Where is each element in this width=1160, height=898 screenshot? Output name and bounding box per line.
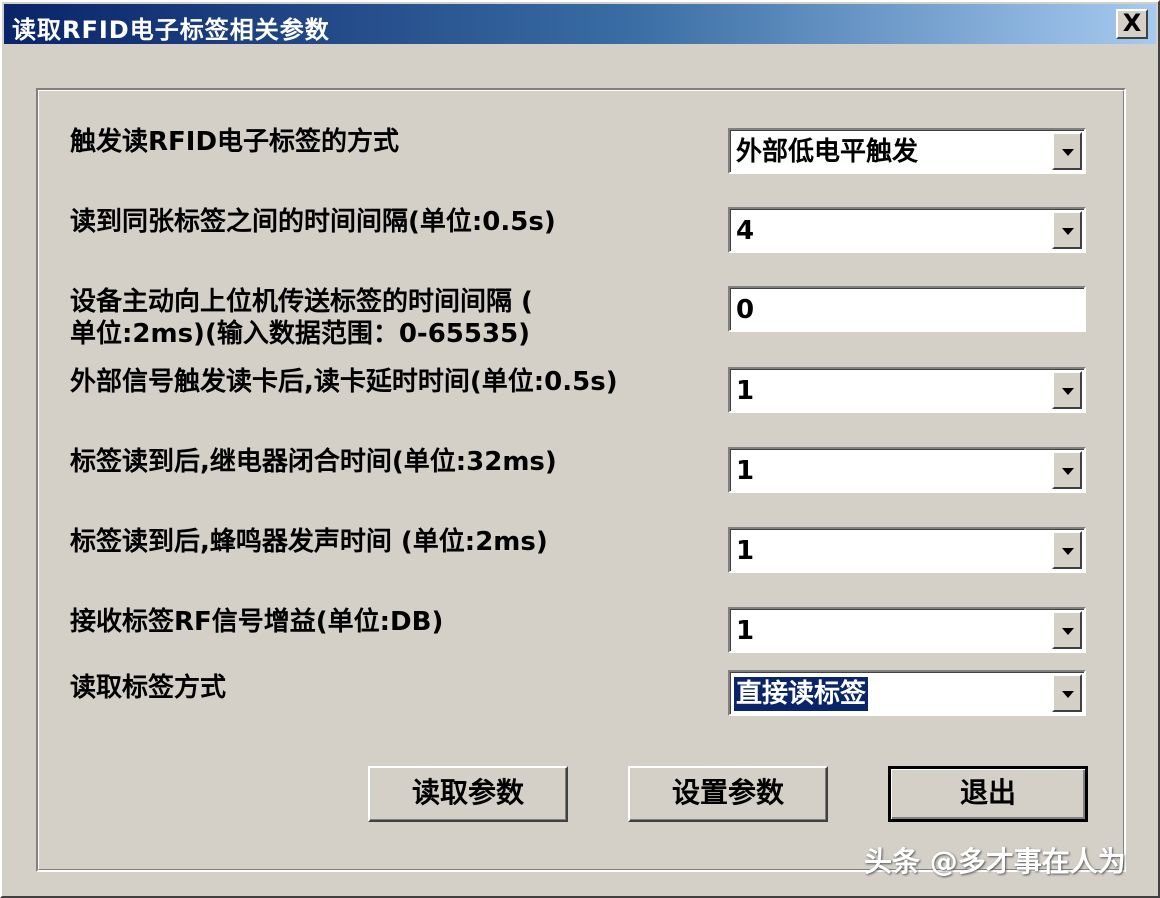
relay-time-label: 标签读到后,继电器闭合时间(单位:32ms) <box>70 447 557 477</box>
read-mode-dropdown-button[interactable] <box>1052 674 1082 712</box>
dialog-window: 读取RFID电子标签相关参数 X 触发读RFID电子标签的方式 外部低电平触发 … <box>0 0 1160 898</box>
read-mode-label: 读取标签方式 <box>70 673 227 703</box>
relay-time-dropdown-button[interactable] <box>1052 451 1082 489</box>
relay-time-value: 1 <box>736 456 755 486</box>
buzzer-time-dropdown-button[interactable] <box>1052 531 1082 569</box>
buzzer-time-label: 标签读到后,蜂鸣器发声时间 (单位:2ms) <box>70 527 548 557</box>
close-icon: X <box>1122 9 1142 37</box>
chevron-down-icon <box>1062 388 1074 395</box>
read-delay-select[interactable]: 1 <box>728 367 1086 413</box>
buzzer-time-value: 1 <box>736 536 755 566</box>
upload-interval-label-line1: 设备主动向上位机传送标签的时间间隔 ( <box>70 287 533 317</box>
same-tag-interval-value: 4 <box>736 216 755 246</box>
chevron-down-icon <box>1062 468 1074 475</box>
chevron-down-icon <box>1062 228 1074 235</box>
read-params-button[interactable]: 读取参数 <box>368 766 568 822</box>
rf-gain-dropdown-button[interactable] <box>1052 611 1082 649</box>
watermark: 头条 @多才事在人为 <box>864 845 1126 878</box>
same-tag-interval-dropdown-button[interactable] <box>1052 211 1082 249</box>
read-mode-select[interactable]: 直接读标签 <box>728 670 1086 716</box>
relay-time-select[interactable]: 1 <box>728 447 1086 493</box>
read-delay-value: 1 <box>736 376 755 406</box>
title-bar[interactable]: 读取RFID电子标签相关参数 X <box>4 4 1156 44</box>
chevron-down-icon <box>1062 149 1074 156</box>
read-mode-value: 直接读标签 <box>734 677 869 711</box>
window-title: 读取RFID电子标签相关参数 <box>12 16 330 44</box>
rf-gain-value: 1 <box>736 616 755 646</box>
chevron-down-icon <box>1062 628 1074 635</box>
same-tag-interval-select[interactable]: 4 <box>728 207 1086 253</box>
rf-gain-label: 接收标签RF信号增益(单位:DB) <box>70 607 444 637</box>
read-delay-dropdown-button[interactable] <box>1052 371 1082 409</box>
upload-interval-input[interactable]: 0 <box>728 286 1086 332</box>
upload-interval-label-line2: 单位:2ms)(输入数据范围：0-65535) <box>70 319 531 349</box>
trigger-mode-dropdown-button[interactable] <box>1052 132 1082 170</box>
upload-interval-value: 0 <box>736 295 755 325</box>
trigger-mode-value: 外部低电平触发 <box>736 137 919 167</box>
buzzer-time-select[interactable]: 1 <box>728 527 1086 573</box>
close-button[interactable]: X <box>1116 9 1148 39</box>
exit-button[interactable]: 退出 <box>888 766 1088 822</box>
set-params-button[interactable]: 设置参数 <box>628 766 828 822</box>
rf-gain-select[interactable]: 1 <box>728 607 1086 653</box>
chevron-down-icon <box>1062 548 1074 555</box>
same-tag-interval-label: 读到同张标签之间的时间间隔(单位:0.5s) <box>70 207 556 237</box>
read-delay-label: 外部信号触发读卡后,读卡延时时间(单位:0.5s) <box>70 367 618 397</box>
trigger-mode-label: 触发读RFID电子标签的方式 <box>70 127 400 157</box>
chevron-down-icon <box>1062 691 1074 698</box>
trigger-mode-select[interactable]: 外部低电平触发 <box>728 128 1086 174</box>
